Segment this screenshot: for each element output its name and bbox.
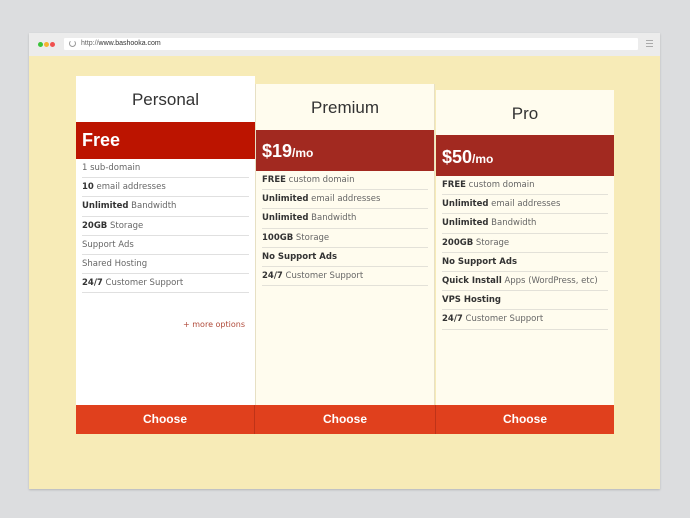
plan-price: $19/mo [256,130,434,171]
feature-highlight: No Support Ads [262,251,338,262]
feature-list: 1 sub-domain 10 email addresses Unlimited … [76,159,255,294]
feature-highlight: FREE [262,175,286,185]
feature-item: FREE custom domain [262,171,428,191]
feature-item: Unlimited email addresses [442,195,608,215]
feature-text: email addresses [308,194,381,205]
feature-text: email addresses [488,199,561,210]
feature-list: FREE custom domain Unlimited email addres… [256,171,434,287]
feature-text: Support Ads [82,239,134,250]
feature-item: 1 sub-domain [82,159,249,179]
browser-toolbar: http://www.bashooka.com [29,33,660,56]
feature-highlight: 20GB [82,220,108,231]
feature-highlight: Unlimited [442,199,489,210]
feature-item: 20GB Storage [82,217,249,236]
hamburger-menu-icon[interactable] [646,40,653,48]
feature-item: Support Ads [82,236,249,255]
feature-highlight: VPS Hosting [442,295,502,306]
feature-item: Unlimited email addresses [262,190,428,210]
plan-card-personal: Personal Free 1 sub-domain 10 email addre… [76,76,255,405]
feature-highlight: No Support Ads [442,256,518,267]
plan-title: Personal [131,90,200,109]
plan-title: Premium [310,98,379,117]
maximize-button[interactable] [38,42,43,47]
feature-text: Apps (WordPress, etc) [501,275,598,286]
feature-text: Customer Support [282,270,364,281]
feature-text: Customer Support [462,314,544,325]
feature-highlight: Unlimited [262,213,309,224]
plan-title: Pro [511,104,539,123]
feature-highlight: 10 [82,182,94,193]
feature-item: 200GB Storage [442,234,608,253]
minimize-button[interactable] [44,42,49,47]
plan-card-pro: Pro $50/mo FREE custom domain Unlimited e… [436,90,614,405]
price-amount: $19 [262,141,293,161]
plan-price: Free [76,122,255,159]
feature-text: custom domain [285,175,355,185]
choose-buttons-row: Choose Choose Choose [76,405,614,434]
feature-highlight: 24/7 [262,270,283,281]
feature-highlight: 24/7 [82,278,103,289]
price-amount: Free [82,130,121,150]
feature-highlight: 24/7 [442,314,463,325]
feature-text: 1 sub-domain [82,163,141,173]
choose-personal-button[interactable]: Choose [76,405,255,434]
feature-item: 24/7 Customer Support [82,274,249,294]
plan-price: $50/mo [436,135,614,176]
close-button[interactable] [50,42,55,47]
feature-text: Customer Support [102,278,184,289]
feature-item: Quick Install Apps (WordPress, etc) [442,272,608,292]
feature-highlight: Unlimited [262,194,309,205]
feature-item: 100GB Storage [262,229,428,248]
choose-premium-button[interactable]: Choose [255,405,436,434]
feature-text: Storage [107,220,144,231]
feature-item: VPS Hosting [442,291,608,311]
feature-text: Bandwidth [488,218,537,229]
feature-highlight: Unlimited [82,201,129,212]
feature-text: Bandwidth [308,213,357,224]
feature-highlight: FREE [442,180,466,190]
feature-item: No Support Ads [262,248,428,267]
feature-item: Unlimited Bandwidth [262,209,428,229]
price-unit: /mo [292,146,314,160]
feature-text: Shared Hosting [82,258,148,269]
feature-highlight: Quick Install [442,275,502,286]
feature-item: 24/7 Customer Support [442,310,608,330]
feature-item: FREE custom domain [442,176,608,196]
feature-highlight: 200GB [442,237,474,248]
url-scheme: http:// [81,40,99,47]
url-host: www.bashooka.com [98,40,161,47]
price-amount: $50 [442,147,473,167]
address-bar[interactable]: http://www.bashooka.com [64,38,638,50]
choose-pro-button[interactable]: Choose [436,405,614,434]
feature-text: Storage [473,237,510,248]
feature-item: Unlimited Bandwidth [82,197,249,217]
plan-card-premium: Premium $19/mo FREE custom domain Unlimit… [255,84,435,405]
feature-item: Shared Hosting [82,255,249,275]
price-unit: /mo [472,152,494,166]
feature-item: Unlimited Bandwidth [442,214,608,234]
feature-highlight: 100GB [262,232,294,243]
url-text[interactable]: http://www.bashooka.com [81,38,161,50]
more-options-link[interactable]: + more options [183,320,245,329]
reload-icon[interactable] [69,40,76,47]
feature-text: Storage [293,232,330,243]
feature-text: email addresses [93,182,166,193]
feature-item: 10 email addresses [82,178,249,198]
feature-list: FREE custom domain Unlimited email addres… [436,176,614,330]
feature-item: No Support Ads [442,253,608,272]
feature-text: custom domain [465,180,535,190]
feature-text: Bandwidth [128,201,177,212]
feature-highlight: Unlimited [442,218,489,229]
feature-item: 24/7 Customer Support [262,267,428,287]
